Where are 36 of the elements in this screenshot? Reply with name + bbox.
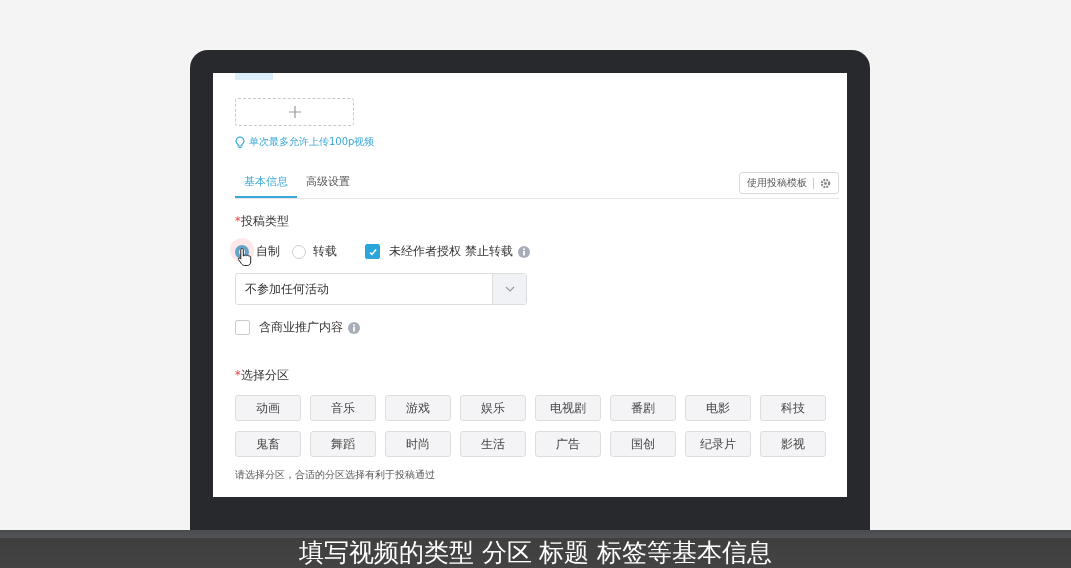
category-hint: 请选择分区，合适的分区选择有利于投稿通过 [235, 469, 436, 482]
category-button[interactable]: 电视剧 [535, 395, 601, 421]
category-button[interactable]: 国创 [610, 431, 676, 457]
lightbulb-icon [235, 135, 245, 149]
template-button[interactable]: 使用投稿模板 [739, 172, 839, 194]
subtitle-caption: 填写视频的类型 分区 标题 标签等基本信息 [0, 538, 1071, 568]
activity-dropdown[interactable]: 不参加任何活动 [235, 273, 527, 305]
hand-cursor-icon [237, 247, 253, 267]
tab[interactable]: 高级设置 [297, 171, 359, 198]
category-button[interactable]: 电影 [685, 395, 751, 421]
category-button[interactable]: 时尚 [385, 431, 451, 457]
field-label: *投稿类型 [235, 214, 290, 229]
upload-hint: 单次最多允许上传100p视频 [249, 135, 375, 149]
repost-checkbox[interactable]: 未经作者授权 禁止转载 [365, 243, 513, 260]
checkmark-icon [367, 246, 378, 257]
category-button[interactable]: 番剧 [610, 395, 676, 421]
category-button[interactable]: 鬼畜 [235, 431, 301, 457]
category-button[interactable]: 游戏 [385, 395, 451, 421]
category-button[interactable]: 舞蹈 [310, 431, 376, 457]
category-button[interactable]: 音乐 [310, 395, 376, 421]
info-icon [348, 321, 360, 334]
plus-icon [288, 106, 301, 118]
field-label: *选择分区 [235, 368, 290, 383]
caret-icon [504, 286, 515, 292]
settings-icon [820, 177, 831, 189]
category-button[interactable]: 动画 [235, 395, 301, 421]
category-button[interactable]: 影视 [760, 431, 826, 457]
commercial-checkbox[interactable]: 含商业推广内容 [235, 319, 343, 336]
category-button[interactable]: 娱乐 [460, 395, 526, 421]
category-button[interactable]: 广告 [535, 431, 601, 457]
category-button[interactable]: 生活 [460, 431, 526, 457]
category-button[interactable]: 科技 [760, 395, 826, 421]
info-icon [517, 245, 530, 258]
radio-option[interactable]: 转载 [292, 243, 337, 260]
category-button[interactable]: 纪录片 [685, 431, 751, 457]
upload-box[interactable] [235, 98, 354, 126]
